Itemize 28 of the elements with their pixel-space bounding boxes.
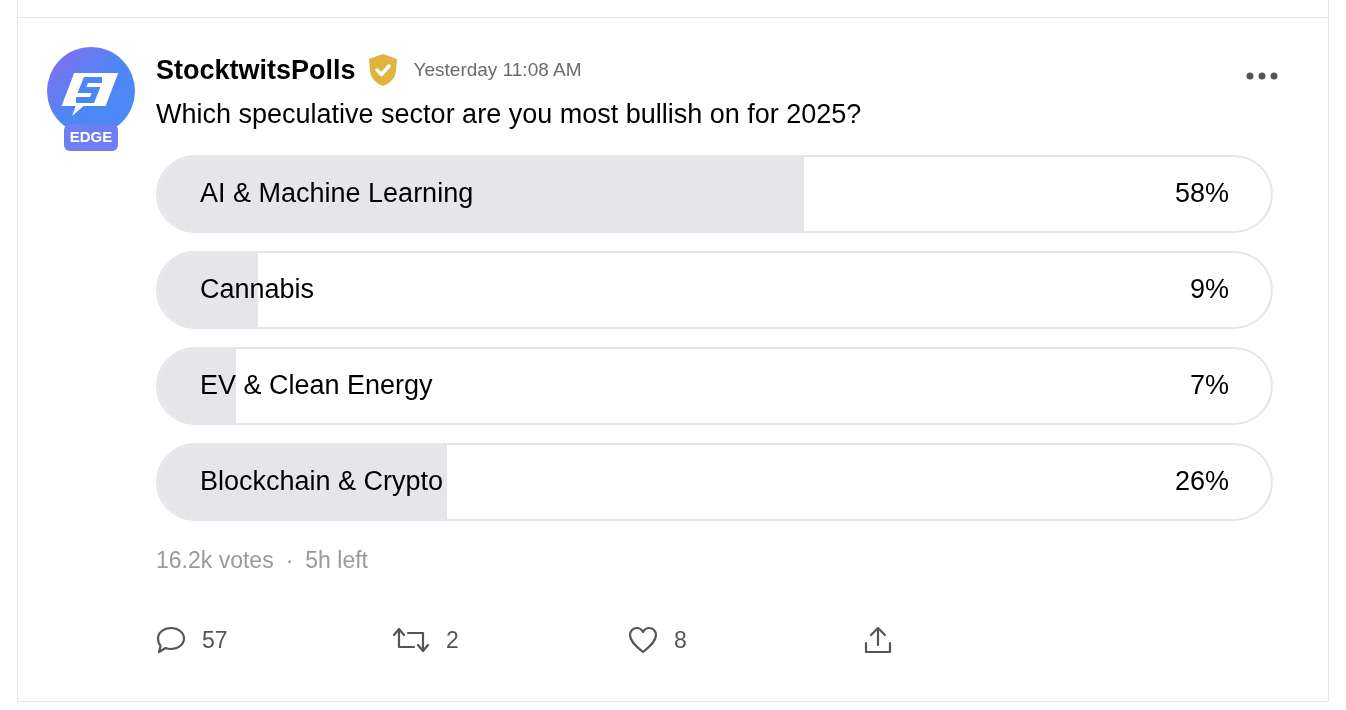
post-time: Yesterday 11:08 AM xyxy=(413,57,582,82)
edge-badge: EDGE xyxy=(64,124,118,151)
more-options-icon[interactable] xyxy=(1246,72,1278,80)
option-percent: 58% xyxy=(1174,177,1229,211)
repost-icon xyxy=(392,626,430,655)
time-left: 5h left xyxy=(305,545,368,575)
poll-option[interactable]: Blockchain & Crypto 26% xyxy=(156,442,1273,521)
share-icon xyxy=(864,625,892,656)
option-label: AI & Machine Learning xyxy=(200,177,474,211)
option-percent: 7% xyxy=(1189,369,1229,403)
comment-icon xyxy=(156,626,186,655)
repost-button[interactable]: 2 xyxy=(392,623,628,658)
poll-option[interactable]: Cannabis 9% xyxy=(156,250,1273,329)
author-name[interactable]: StocktwitsPolls xyxy=(156,49,356,91)
option-label: Cannabis xyxy=(200,273,315,307)
like-button[interactable]: 8 xyxy=(628,623,864,658)
vote-count: 16.2k votes xyxy=(156,545,274,575)
option-percent: 9% xyxy=(1189,273,1229,307)
option-label: Blockchain & Crypto xyxy=(200,465,444,499)
separator-dot: · xyxy=(285,545,294,575)
poll-question: Which speculative sector are you most bullish on for 2025? xyxy=(156,98,863,131)
poll-option[interactable]: EV & Clean Energy 7% xyxy=(156,346,1273,425)
option-label: EV & Clean Energy xyxy=(200,369,433,403)
avatar[interactable]: EDGE xyxy=(46,46,136,156)
option-percent: 26% xyxy=(1174,465,1229,499)
poll-option[interactable]: AI & Machine Learning 58% xyxy=(156,154,1273,233)
comment-button[interactable]: 57 xyxy=(156,623,392,658)
heart-icon xyxy=(628,626,658,655)
